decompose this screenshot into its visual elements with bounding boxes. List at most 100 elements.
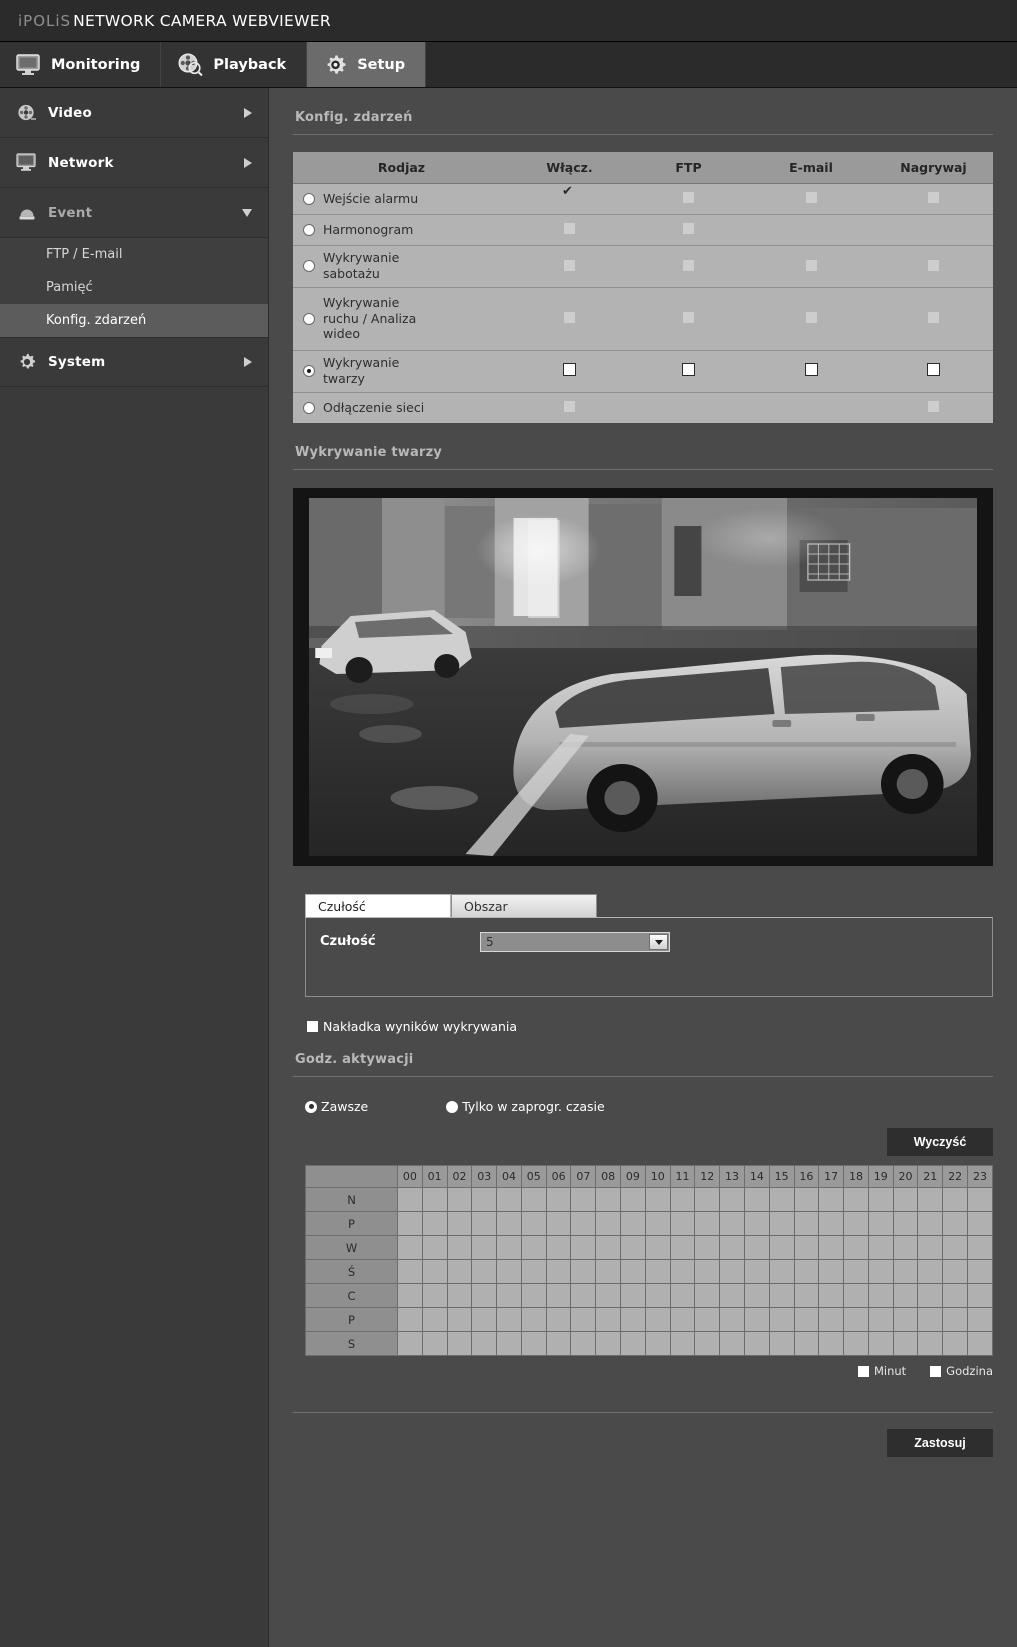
tab-setup[interactable]: Setup: [307, 42, 427, 87]
sidebar-item-konfig-zdarzen[interactable]: Konfig. zdarzeń: [0, 304, 268, 337]
schedule-row[interactable]: P: [305, 1211, 994, 1236]
schedule-mode-always[interactable]: Zawsze: [305, 1099, 368, 1114]
ftp-cell[interactable]: [629, 214, 748, 246]
schedule-cell[interactable]: [471, 1331, 498, 1356]
schedule-cell[interactable]: [446, 1235, 473, 1260]
schedule-cell[interactable]: [595, 1307, 622, 1332]
schedule-cell[interactable]: [545, 1187, 572, 1212]
schedule-cell[interactable]: [768, 1331, 795, 1356]
schedule-cell[interactable]: [595, 1283, 622, 1308]
email-cell[interactable]: [748, 350, 874, 393]
schedule-row[interactable]: N: [305, 1187, 994, 1212]
schedule-cell[interactable]: [942, 1331, 968, 1356]
schedule-cell[interactable]: [669, 1187, 696, 1212]
schedule-cell[interactable]: [942, 1259, 968, 1284]
schedule-cell[interactable]: [446, 1187, 473, 1212]
sidebar-item-network[interactable]: Network: [0, 138, 268, 188]
schedule-cell[interactable]: [520, 1187, 547, 1212]
event-radio-selected[interactable]: [303, 365, 315, 377]
schedule-cell[interactable]: [719, 1283, 745, 1308]
email-cell[interactable]: [748, 183, 874, 215]
schedule-cell[interactable]: [966, 1259, 994, 1284]
schedule-cell[interactable]: [942, 1187, 968, 1212]
schedule-cell[interactable]: [793, 1307, 820, 1332]
sidebar-item-ftp-email[interactable]: FTP / E-mail: [0, 238, 268, 271]
schedule-cell[interactable]: [768, 1211, 795, 1236]
schedule-cell[interactable]: [867, 1211, 894, 1236]
schedule-cell[interactable]: [644, 1211, 671, 1236]
schedule-cell[interactable]: [421, 1187, 448, 1212]
schedule-cell[interactable]: [669, 1331, 696, 1356]
schedule-cell[interactable]: [867, 1235, 894, 1260]
schedule-cell[interactable]: [743, 1211, 770, 1236]
record-checkbox[interactable]: [928, 312, 939, 323]
event-radio[interactable]: [303, 401, 315, 414]
schedule-cell[interactable]: [570, 1187, 597, 1212]
schedule-cell[interactable]: [843, 1235, 869, 1260]
ftp-cell[interactable]: [629, 287, 748, 351]
schedule-cell[interactable]: [471, 1187, 498, 1212]
schedule-cell[interactable]: [917, 1187, 944, 1212]
schedule-cell[interactable]: [917, 1259, 944, 1284]
schedule-cell[interactable]: [471, 1307, 498, 1332]
table-row[interactable]: Wykrywanie sabotażu: [293, 245, 993, 288]
schedule-cell[interactable]: [793, 1283, 820, 1308]
schedule-cell[interactable]: [446, 1331, 473, 1356]
schedule-cell[interactable]: [843, 1331, 869, 1356]
schedule-cell[interactable]: [892, 1211, 919, 1236]
schedule-cell[interactable]: [620, 1187, 646, 1212]
schedule-cell[interactable]: [496, 1235, 522, 1260]
event-type-cell[interactable]: Wykrywanie sabotażu: [293, 245, 510, 288]
record-cell[interactable]: [874, 183, 993, 215]
table-row[interactable]: Wykrywanie twarzy: [293, 350, 993, 393]
schedule-cell[interactable]: [917, 1235, 944, 1260]
schedule-cell[interactable]: [520, 1283, 547, 1308]
video-preview-image[interactable]: [309, 498, 977, 856]
clear-button[interactable]: Wyczyść: [887, 1128, 993, 1156]
schedule-cell[interactable]: [917, 1307, 944, 1332]
record-checkbox[interactable]: [928, 192, 939, 203]
schedule-cell[interactable]: [595, 1235, 622, 1260]
schedule-cell[interactable]: [843, 1211, 869, 1236]
schedule-cell[interactable]: [620, 1259, 646, 1284]
schedule-cell[interactable]: [694, 1187, 721, 1212]
ftp-checkbox[interactable]: [683, 312, 694, 323]
schedule-cell[interactable]: [818, 1331, 845, 1356]
schedule-cell[interactable]: [917, 1283, 944, 1308]
schedule-cell[interactable]: [743, 1259, 770, 1284]
schedule-cell[interactable]: [644, 1307, 671, 1332]
email-cell[interactable]: [748, 287, 874, 351]
schedule-cell[interactable]: [917, 1331, 944, 1356]
schedule-cell[interactable]: [397, 1331, 423, 1356]
schedule-cell[interactable]: [818, 1259, 845, 1284]
event-type-cell[interactable]: Odłączenie sieci: [293, 392, 510, 423]
schedule-cell[interactable]: [595, 1259, 622, 1284]
schedule-cell[interactable]: [471, 1235, 498, 1260]
schedule-cell[interactable]: [694, 1283, 721, 1308]
schedule-cell[interactable]: [446, 1259, 473, 1284]
schedule-cell[interactable]: [545, 1331, 572, 1356]
event-radio[interactable]: [303, 192, 315, 205]
schedule-cell[interactable]: [595, 1187, 622, 1212]
schedule-cell[interactable]: [669, 1211, 696, 1236]
schedule-cell[interactable]: [446, 1307, 473, 1332]
schedule-cell[interactable]: [917, 1211, 944, 1236]
schedule-cell[interactable]: [620, 1307, 646, 1332]
schedule-cell[interactable]: [397, 1283, 423, 1308]
schedule-cell[interactable]: [719, 1211, 745, 1236]
schedule-cell[interactable]: [966, 1211, 994, 1236]
schedule-cell[interactable]: [570, 1235, 597, 1260]
ftp-checkbox[interactable]: [683, 192, 694, 203]
enable-cell[interactable]: [510, 392, 629, 423]
schedule-cell[interactable]: [966, 1235, 994, 1260]
schedule-row[interactable]: S: [305, 1331, 994, 1356]
schedule-cell[interactable]: [620, 1331, 646, 1356]
ftp-cell[interactable]: [629, 183, 748, 215]
email-checkbox[interactable]: [804, 363, 818, 376]
schedule-cell[interactable]: [669, 1235, 696, 1260]
schedule-cell[interactable]: [520, 1211, 547, 1236]
email-cell[interactable]: [748, 245, 874, 288]
schedule-always-radio[interactable]: [305, 1100, 317, 1113]
tab-obszar[interactable]: Obszar: [451, 894, 597, 917]
event-type-cell[interactable]: Wykrywanie twarzy: [293, 350, 510, 393]
